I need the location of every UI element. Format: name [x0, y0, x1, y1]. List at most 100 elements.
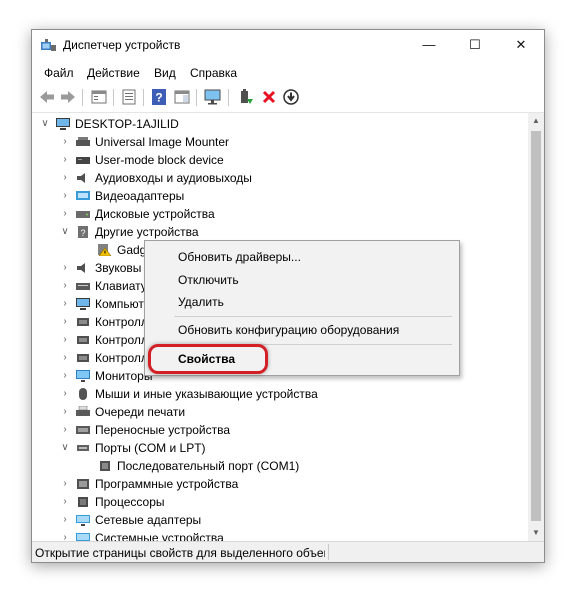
chevron-right-icon[interactable]: ›	[60, 277, 70, 295]
tree-category-item[interactable]: › Системные устройства	[32, 529, 502, 541]
menu-bar: Файл Действие Вид Справка	[32, 63, 544, 83]
chevron-right-icon[interactable]: ›	[60, 205, 70, 223]
tree-category-item[interactable]: › Процессоры	[32, 493, 502, 511]
chevron-right-icon[interactable]: ›	[60, 421, 70, 439]
menu-update-drivers[interactable]: Обновить драйверы...	[178, 250, 301, 264]
tree-category-item[interactable]: › Дисковые устройства	[32, 205, 502, 223]
tree-category-item[interactable]: ∨? Другие устройства	[32, 223, 502, 241]
uninstall-device-button[interactable]	[260, 88, 278, 106]
mouse-icon	[79, 388, 87, 400]
tree-item-label: Мыши и иные указывающие устройства	[95, 387, 318, 401]
maximize-button[interactable]: ☐	[452, 30, 498, 60]
chevron-right-icon[interactable]: ›	[60, 367, 70, 385]
speaker-icon	[77, 173, 85, 183]
tree-item-label: Клавиату	[95, 279, 147, 293]
menu-scan-hardware[interactable]: Обновить конфигурацию оборудования	[178, 323, 399, 337]
computer-icon	[56, 118, 70, 130]
chevron-right-icon[interactable]: ›	[60, 133, 70, 151]
chevron-right-icon[interactable]: ›	[60, 403, 70, 421]
close-button[interactable]: ✕	[498, 30, 544, 60]
chevron-right-icon[interactable]: ›	[60, 151, 70, 169]
software-device-icon	[77, 479, 89, 489]
tree-root-label: DESKTOP-1AJILID	[75, 117, 179, 131]
arrow-right-icon	[61, 91, 75, 103]
tree-category-item[interactable]: › Переносные устройства	[32, 421, 502, 439]
menu-view[interactable]: Вид	[154, 66, 176, 80]
tree-item-label: Контролл	[95, 315, 148, 329]
chevron-right-icon[interactable]: ›	[60, 259, 70, 277]
scroll-down-icon[interactable]: ▼	[528, 525, 544, 541]
chevron-right-icon[interactable]: ›	[60, 493, 70, 511]
forward-button[interactable]	[59, 88, 77, 106]
chevron-down-icon[interactable]: ∨	[60, 439, 70, 457]
tree-category-item[interactable]: › User-mode block device	[32, 151, 502, 169]
printer-icon	[76, 406, 90, 416]
tree-item-label: Контролл	[95, 333, 148, 347]
computer-icon	[76, 298, 90, 310]
download-circle-icon	[283, 89, 299, 105]
tree-item-label: Видеоадаптеры	[95, 189, 185, 203]
update-driver-button[interactable]	[237, 88, 255, 106]
chevron-right-icon[interactable]: ›	[60, 511, 70, 529]
tree-item-label: Другие устройства	[95, 225, 199, 239]
scrollbar-thumb[interactable]	[531, 131, 541, 521]
menu-action[interactable]: Действие	[87, 66, 140, 80]
back-button[interactable]	[38, 88, 56, 106]
tree-category-item[interactable]: › Universal Image Mounter	[32, 133, 502, 151]
tree-item-label: Переносные устройства	[95, 423, 231, 437]
chevron-right-icon[interactable]: ›	[60, 187, 70, 205]
status-text: Открытие страницы свойств для выделенног…	[35, 546, 325, 560]
chevron-right-icon[interactable]: ›	[60, 331, 70, 349]
warning-device-icon	[98, 244, 112, 256]
menu-uninstall-device[interactable]: Удалить	[178, 295, 224, 309]
chevron-right-icon[interactable]: ›	[60, 313, 70, 331]
tree-category-item[interactable]: › Мыши и иные указывающие устройства	[32, 385, 502, 403]
chevron-right-icon[interactable]: ›	[60, 349, 70, 367]
toolbar-separator	[143, 89, 144, 106]
help-icon: ?	[152, 89, 166, 105]
chevron-right-icon[interactable]: ›	[60, 529, 70, 541]
scroll-up-icon[interactable]: ▲	[528, 113, 544, 129]
menu-help[interactable]: Справка	[190, 66, 237, 80]
controller-icon	[77, 354, 89, 362]
chevron-right-icon[interactable]: ›	[60, 385, 70, 403]
menu-separator	[174, 316, 452, 317]
port-icon	[77, 445, 89, 451]
chevron-right-icon[interactable]: ›	[60, 475, 70, 493]
properties-toolbar-button[interactable]	[120, 88, 138, 106]
tree-category-item[interactable]: › Программные устройства	[32, 475, 502, 493]
chevron-down-icon[interactable]: ∨	[40, 115, 50, 133]
tree-device-item[interactable]: Последовательный порт (COM1)	[32, 457, 502, 475]
help-toolbar-button[interactable]: ?	[150, 88, 168, 106]
tree-category-item[interactable]: › Видеоадаптеры	[32, 187, 502, 205]
chevron-down-icon[interactable]: ∨	[60, 223, 70, 241]
tree-category-item[interactable]: ∨ Порты (COM и LPT)	[32, 439, 502, 457]
toolbar-separator	[82, 89, 83, 106]
scan-hardware-button[interactable]	[204, 88, 222, 106]
menu-file[interactable]: Файл	[44, 66, 74, 80]
menu-disable-device[interactable]: Отключить	[178, 273, 239, 287]
tree-item-label: Звуковы	[95, 261, 142, 275]
show-hide-tree-button[interactable]	[90, 88, 108, 106]
tree-item-label: Процессоры	[95, 495, 165, 509]
properties-highlight-outline	[148, 344, 268, 374]
system-device-icon	[76, 533, 90, 541]
controller-icon	[77, 336, 89, 344]
toolbar: ?	[32, 84, 544, 113]
status-bar: Открытие страницы свойств для выделенног…	[32, 541, 544, 562]
action-pane-button[interactable]	[173, 88, 191, 106]
chevron-right-icon[interactable]: ›	[60, 295, 70, 313]
controller-icon	[77, 318, 89, 326]
monitor-icon	[76, 370, 90, 382]
tree-category-item[interactable]: › Аудиовходы и аудиовыходы	[32, 169, 502, 187]
processor-icon	[78, 497, 88, 507]
vertical-scrollbar[interactable]: ▲ ▼	[528, 113, 544, 541]
enable-device-button[interactable]	[282, 88, 300, 106]
tree-category-item[interactable]: › Сетевые адаптеры	[32, 511, 502, 529]
chevron-right-icon[interactable]: ›	[60, 169, 70, 187]
tree-category-item[interactable]: › Очереди печати	[32, 403, 502, 421]
tree-root[interactable]: ∨ DESKTOP-1AJILID	[32, 115, 232, 133]
properties-icon	[122, 89, 136, 105]
tree-item-label: Порты (COM и LPT)	[95, 441, 206, 455]
minimize-button[interactable]: —	[406, 30, 452, 60]
